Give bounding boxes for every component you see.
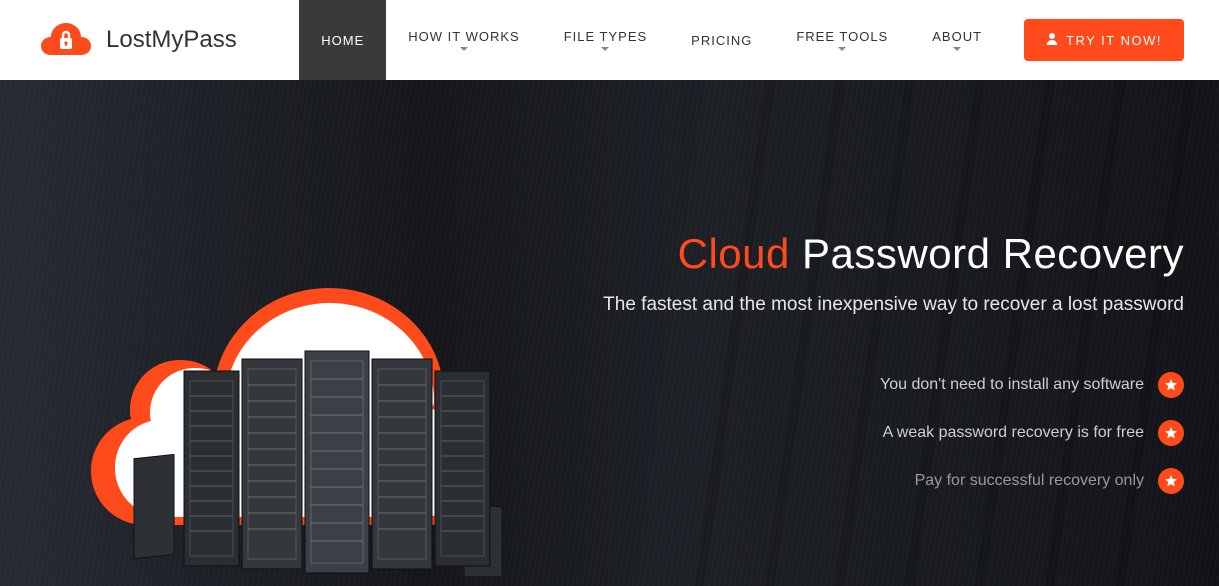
hero-subtitle: The fastest and the most inexpensive way… xyxy=(564,294,1184,316)
hero-point-1: You don't need to install any software xyxy=(880,372,1184,398)
chevron-down-icon xyxy=(601,47,609,51)
nav-how-it-works-label: HOW IT WORKS xyxy=(408,30,519,43)
site-header: LostMyPass HOME HOW IT WORKS FILE TYPES … xyxy=(0,0,1219,80)
hero-point-2: A weak password recovery is for free xyxy=(883,420,1184,446)
star-badge-icon xyxy=(1158,372,1184,398)
main-nav: HOME HOW IT WORKS FILE TYPES PRICING FRE… xyxy=(299,0,1004,80)
cta-wrap: TRY IT NOW! xyxy=(1004,0,1184,80)
hero-point-1-text: You don't need to install any software xyxy=(880,376,1144,394)
chevron-down-icon xyxy=(953,47,961,51)
hero-point-3: Pay for successful recovery only xyxy=(915,468,1184,494)
nav-free-tools[interactable]: FREE TOOLS xyxy=(774,0,910,80)
nav-file-types-label: FILE TYPES xyxy=(564,30,647,43)
cloud-servers-illustration xyxy=(35,80,564,586)
star-badge-icon xyxy=(1158,468,1184,494)
chevron-down-icon xyxy=(838,47,846,51)
hero-bullets: You don't need to install any software A… xyxy=(564,372,1184,494)
try-it-now-button[interactable]: TRY IT NOW! xyxy=(1024,19,1184,61)
cloud-lock-icon xyxy=(40,21,92,59)
logo-text: LostMyPass xyxy=(106,26,237,54)
cta-label: TRY IT NOW! xyxy=(1066,33,1162,48)
hero-title-accent: Cloud xyxy=(678,230,790,277)
nav-file-types[interactable]: FILE TYPES xyxy=(542,0,669,80)
nav-pricing-label: PRICING xyxy=(691,34,752,47)
hero: Cloud Password Recovery The fastest and … xyxy=(0,80,1219,586)
chevron-down-icon xyxy=(460,47,468,51)
hero-point-2-text: A weak password recovery is for free xyxy=(883,424,1144,442)
nav-free-tools-label: FREE TOOLS xyxy=(796,30,888,43)
hero-point-3-text: Pay for successful recovery only xyxy=(915,472,1144,490)
nav-how-it-works[interactable]: HOW IT WORKS xyxy=(386,0,541,80)
nav-pricing[interactable]: PRICING xyxy=(669,0,774,80)
star-badge-icon xyxy=(1158,420,1184,446)
hero-title: Cloud Password Recovery xyxy=(564,230,1184,278)
header-spacer xyxy=(257,0,300,80)
nav-about-label: ABOUT xyxy=(932,30,982,43)
hero-copy: Cloud Password Recovery The fastest and … xyxy=(564,80,1184,586)
hero-title-rest: Password Recovery xyxy=(802,230,1184,277)
nav-about[interactable]: ABOUT xyxy=(910,0,1004,80)
logo[interactable]: LostMyPass xyxy=(40,0,257,80)
nav-home-label: HOME xyxy=(321,34,364,47)
user-icon xyxy=(1046,32,1058,48)
nav-home[interactable]: HOME xyxy=(299,0,386,80)
